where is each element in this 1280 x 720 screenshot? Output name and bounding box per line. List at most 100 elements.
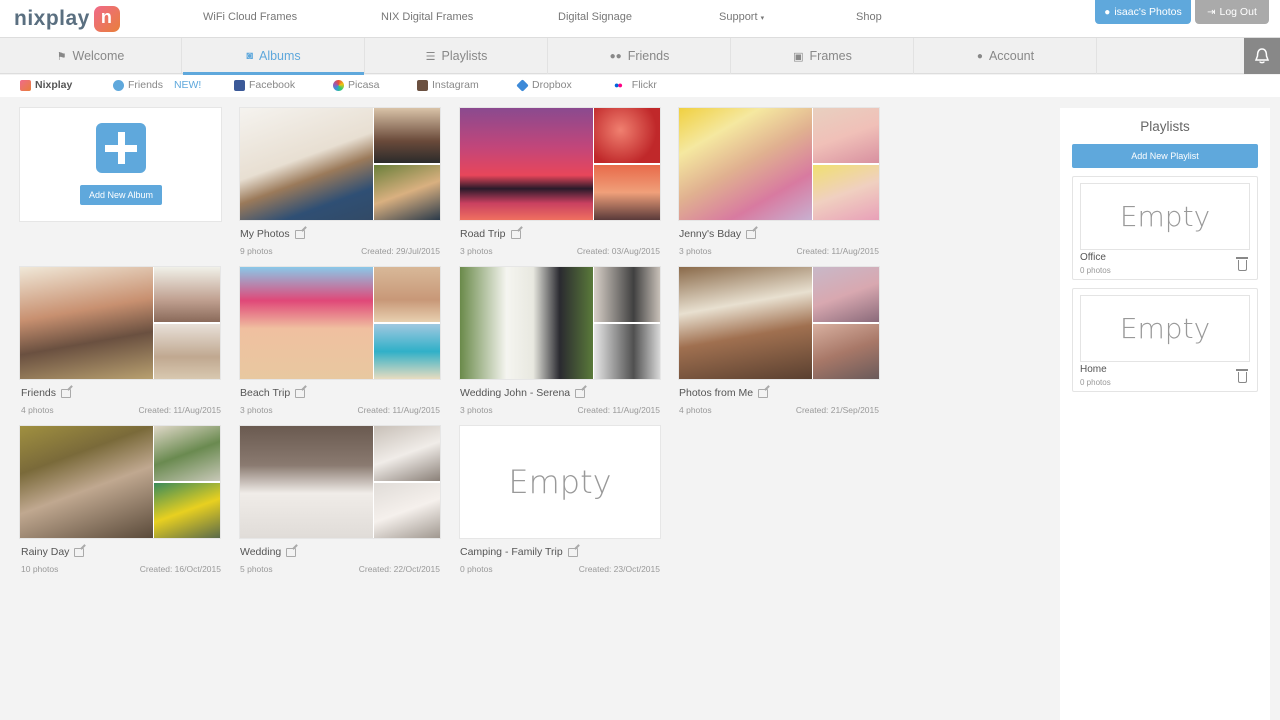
album-photo — [594, 324, 660, 379]
album-title[interactable]: Road Trip — [460, 228, 521, 240]
plus-icon[interactable] — [96, 123, 146, 173]
tab-albums[interactable]: ◙ Albums — [183, 38, 365, 75]
album-photo — [679, 267, 812, 379]
edit-icon[interactable] — [575, 388, 586, 398]
add-new-playlist-button[interactable]: Add New Playlist — [1072, 144, 1258, 168]
logout-button[interactable]: ⇥ Log Out — [1195, 0, 1269, 24]
album-title[interactable]: Beach Trip — [240, 387, 306, 399]
logo-badge-icon — [93, 6, 120, 32]
source-flickr[interactable]: ●● Flickr — [614, 79, 657, 91]
album-thumbnail-my-photos[interactable] — [240, 108, 440, 220]
photo-count: 3 photos — [460, 405, 493, 415]
user-icon: ● — [1104, 6, 1111, 18]
tab-frames[interactable]: ▣ Frames — [732, 38, 914, 74]
album-thumbnail-photos-from-me[interactable] — [679, 267, 879, 379]
edit-icon[interactable] — [61, 388, 72, 398]
album-title[interactable]: Friends — [21, 387, 72, 399]
playlist-photo-count: 0 photos — [1080, 378, 1111, 387]
album-thumbnail-road-trip[interactable] — [460, 108, 660, 220]
support-dropdown[interactable]: Support ▾ — [719, 11, 764, 23]
source-instagram[interactable]: Instagram — [417, 79, 479, 91]
album-thumbnail-jennys-bday[interactable] — [679, 108, 879, 220]
tab-playlists-label: Playlists — [441, 49, 488, 63]
album-photo — [374, 108, 440, 163]
top-bar: nixplay WiFi Cloud Frames NIX Digital Fr… — [0, 0, 1280, 37]
edit-icon[interactable] — [74, 547, 85, 557]
album-title[interactable]: My Photos — [240, 228, 305, 240]
playlist-thumbnail[interactable]: Empty — [1080, 183, 1250, 250]
edit-icon[interactable] — [746, 229, 757, 239]
edit-icon[interactable] — [510, 229, 521, 239]
album-name: Friends — [21, 387, 57, 399]
bell-icon — [1254, 48, 1270, 64]
nixplay-logo[interactable]: nixplay — [14, 4, 120, 34]
playlist-card-office[interactable]: Empty Office 0 photos — [1072, 176, 1258, 280]
source-facebook[interactable]: Facebook — [234, 79, 295, 91]
created-date: Created: 23/Oct/2015 — [578, 564, 660, 574]
album-thumbnail-beach-trip[interactable] — [240, 267, 440, 379]
album-thumbnail-camping-family-trip[interactable]: Empty — [460, 426, 660, 538]
album-name: Jenny's Bday — [679, 228, 742, 240]
playlist-thumbnail[interactable]: Empty — [1080, 295, 1250, 362]
album-thumbnail-friends[interactable] — [20, 267, 220, 379]
album-photo — [154, 483, 220, 538]
tab-welcome[interactable]: ⚑ Welcome — [0, 38, 182, 74]
wifi-cloud-frames-link[interactable]: WiFi Cloud Frames — [203, 11, 297, 23]
add-album-card[interactable]: Add New Album — [20, 108, 221, 221]
source-friends[interactable]: Friends NEW! — [113, 79, 201, 91]
album-title[interactable]: Rainy Day — [21, 546, 85, 558]
source-bar: Nixplay Friends NEW! Facebook Picasa Ins… — [0, 75, 1280, 97]
source-nixplay-label: Nixplay — [35, 79, 73, 91]
album-photo — [154, 426, 220, 481]
list-icon: ☰ — [425, 50, 436, 63]
shop-link[interactable]: Shop — [856, 11, 882, 23]
album-meta: 4 photos Created: 11/Aug/2015 — [21, 405, 221, 415]
tab-frames-label: Frames — [809, 49, 852, 63]
playlist-name: Office — [1080, 252, 1106, 263]
digital-signage-link[interactable]: Digital Signage — [558, 11, 632, 23]
album-meta: 5 photos Created: 22/Oct/2015 — [240, 564, 440, 574]
empty-placeholder: Empty — [1119, 200, 1211, 233]
tab-playlists[interactable]: ☰ Playlists — [366, 38, 548, 74]
playlist-card-home[interactable]: Empty Home 0 photos — [1072, 288, 1258, 392]
tab-friends[interactable]: ●● Friends — [549, 38, 731, 74]
album-title[interactable]: Wedding John - Serena — [460, 387, 586, 399]
friends-icon — [113, 79, 124, 91]
source-instagram-label: Instagram — [432, 79, 479, 91]
source-picasa[interactable]: Picasa — [333, 79, 380, 91]
add-new-album-button[interactable]: Add New Album — [80, 185, 162, 205]
album-meta: 4 photos Created: 21/Sep/2015 — [679, 405, 879, 415]
tab-account[interactable]: ● Account — [915, 38, 1097, 74]
album-title[interactable]: Wedding — [240, 546, 297, 558]
album-thumbnail-rainy-day[interactable] — [20, 426, 220, 538]
album-thumbnail-wedding-john-serena[interactable] — [460, 267, 660, 379]
photo-count: 0 photos — [460, 564, 493, 574]
notifications-button[interactable] — [1244, 38, 1280, 74]
created-date: Created: 03/Aug/2015 — [576, 246, 660, 256]
photo-count: 3 photos — [240, 405, 273, 415]
edit-icon[interactable] — [286, 547, 297, 557]
logout-label: Log Out — [1219, 6, 1257, 18]
album-name: Beach Trip — [240, 387, 291, 399]
source-dropbox[interactable]: Dropbox — [516, 78, 572, 92]
edit-icon[interactable] — [295, 388, 306, 398]
source-nixplay[interactable]: Nixplay — [20, 79, 72, 91]
album-title[interactable]: Jenny's Bday — [679, 228, 757, 240]
album-photo — [20, 426, 153, 538]
album-photo — [813, 267, 879, 322]
edit-icon[interactable] — [758, 388, 769, 398]
playlists-sidebar: Playlists Add New Playlist Empty Office … — [1060, 108, 1270, 720]
source-facebook-label: Facebook — [249, 79, 296, 91]
album-thumbnail-wedding[interactable] — [240, 426, 440, 538]
trash-icon[interactable] — [1236, 369, 1248, 383]
nix-digital-frames-link[interactable]: NIX Digital Frames — [381, 11, 473, 23]
trash-icon[interactable] — [1236, 257, 1248, 271]
photo-count: 4 photos — [21, 405, 54, 415]
edit-icon[interactable] — [567, 547, 578, 557]
user-photos-button[interactable]: ● isaac's Photos — [1095, 0, 1191, 24]
album-title[interactable]: Photos from Me — [679, 387, 769, 399]
edit-icon[interactable] — [294, 229, 305, 239]
album-meta: 3 photos Created: 11/Aug/2015 — [240, 405, 440, 415]
album-name: Road Trip — [460, 228, 506, 240]
album-title[interactable]: Camping - Family Trip — [460, 546, 578, 558]
